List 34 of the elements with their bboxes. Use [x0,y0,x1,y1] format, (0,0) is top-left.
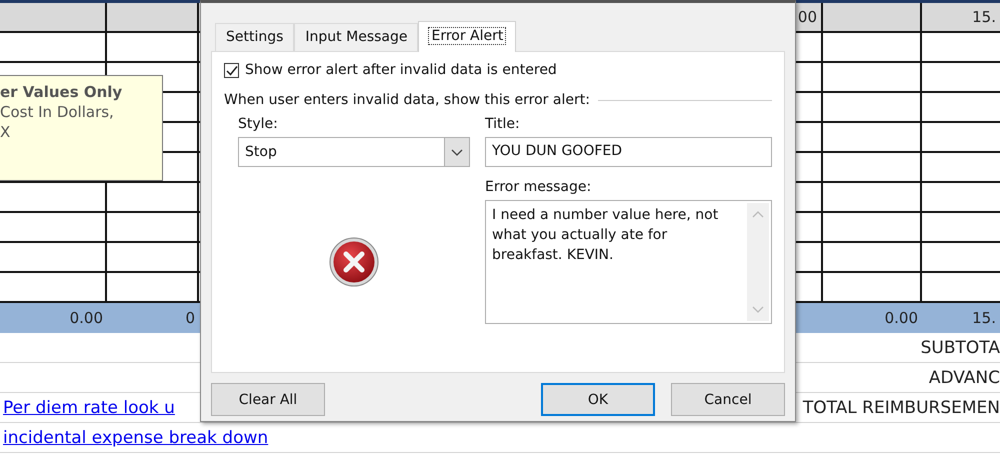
title-field[interactable]: YOU DUN GOOFED [485,137,772,167]
tab[interactable]: Settings [215,23,294,51]
chevron-down-icon [451,148,463,156]
section-heading: When user enters invalid data, show this error alert: [224,92,590,108]
total-cell: 0.00 [0,303,107,333]
scroll-up-icon[interactable] [752,211,764,218]
total-cell [793,303,823,333]
checkbox-label[interactable]: Show error alert after invalid data is entered [245,62,557,78]
tab[interactable]: Input Message [294,23,418,51]
tooltip-text: X [0,122,12,142]
summary-label: ADVANC [928,368,1000,388]
summary-label: TOTAL REIMBURSEMEN [802,398,1000,418]
total-cell: 0 [107,303,199,333]
total-cell: 0.00 [823,303,922,333]
dialog-button[interactable]: Cancel [671,383,785,416]
stop-icon [329,237,379,287]
total-cell: 15. [922,303,1000,333]
tab[interactable]: Error Alert [418,21,516,52]
checkbox[interactable] [224,62,239,78]
sheet-link[interactable]: incidental expense break down [0,428,268,448]
scroll-down-icon[interactable] [752,306,764,313]
summary-label: SUBTOTA [920,338,1000,358]
style-dropdown[interactable]: Stop [238,137,470,167]
tooltip-title: er Values Only [0,82,124,102]
field-label: Title: [485,116,521,132]
header-cell: 15. [922,3,1000,33]
dialog-button[interactable]: Clear All [211,383,325,416]
message-field[interactable]: I need a number value here, not what you actually ate for breakfast. KEVIN. [485,200,772,324]
field-label: Style: [238,116,279,132]
sheet-link[interactable]: Per diem rate look u [0,398,175,418]
field-label: Error message: [485,179,592,195]
dialog-button[interactable]: OK [541,383,655,416]
tooltip-text: Cost In Dollars, [0,102,115,122]
header-cell: 00 [793,3,823,33]
